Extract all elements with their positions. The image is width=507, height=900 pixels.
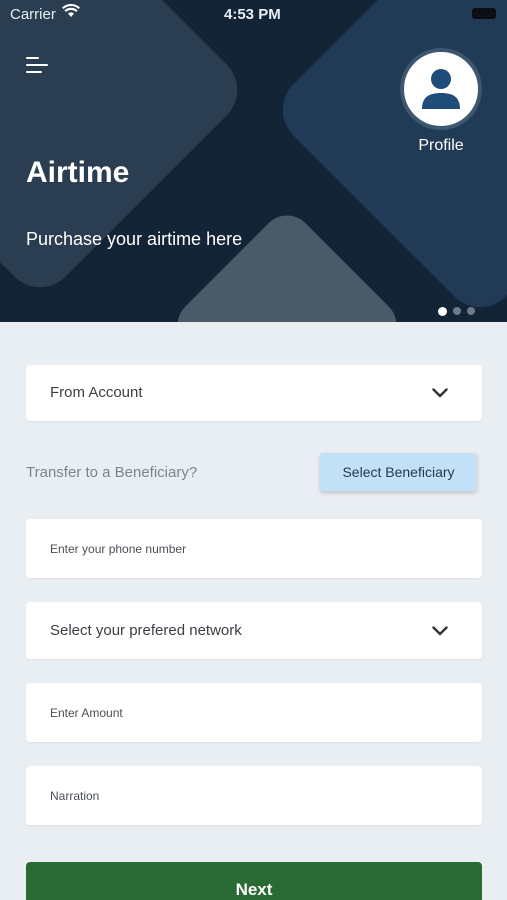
page-title: Airtime (26, 156, 130, 189)
from-account-label: From Account (50, 384, 143, 401)
carousel-dot[interactable] (467, 307, 475, 315)
next-button-label: Next (235, 880, 273, 899)
amount-field[interactable] (26, 683, 482, 742)
status-time: 4:53 PM (224, 6, 281, 23)
chevron-down-icon (432, 626, 448, 636)
next-button[interactable]: Next (26, 862, 482, 900)
carousel-dot-active[interactable] (438, 307, 447, 316)
chevron-down-icon (432, 388, 448, 398)
battery-icon (472, 8, 496, 19)
profile-label: Profile (418, 137, 464, 154)
narration-input[interactable] (50, 766, 450, 825)
wifi-icon (62, 4, 80, 17)
network-dropdown[interactable]: Select your prefered network (26, 602, 482, 659)
network-label: Select your prefered network (50, 622, 242, 639)
select-beneficiary-button[interactable]: Select Beneficiary (320, 453, 477, 491)
decorative-shape (0, 0, 253, 303)
narration-field[interactable] (26, 766, 482, 825)
user-icon (422, 69, 460, 109)
page-subtitle: Purchase your airtime here (26, 229, 243, 249)
carrier-label: Carrier (10, 6, 56, 23)
amount-input[interactable] (50, 683, 450, 742)
decorative-shape (166, 204, 408, 322)
carousel-indicator (438, 307, 475, 316)
phone-input[interactable] (50, 519, 450, 578)
from-account-dropdown[interactable]: From Account (26, 365, 482, 421)
header-banner: Carrier 4:53 PM Profile Airtime Purchase… (0, 0, 507, 322)
avatar (400, 48, 482, 130)
phone-field[interactable] (26, 519, 482, 578)
transfer-prompt: Transfer to a Beneficiary? (26, 464, 198, 481)
carousel-dot[interactable] (453, 307, 461, 315)
profile-button[interactable]: Profile (398, 48, 484, 155)
status-bar: Carrier 4:53 PM (0, 0, 507, 28)
menu-icon[interactable] (24, 54, 52, 76)
